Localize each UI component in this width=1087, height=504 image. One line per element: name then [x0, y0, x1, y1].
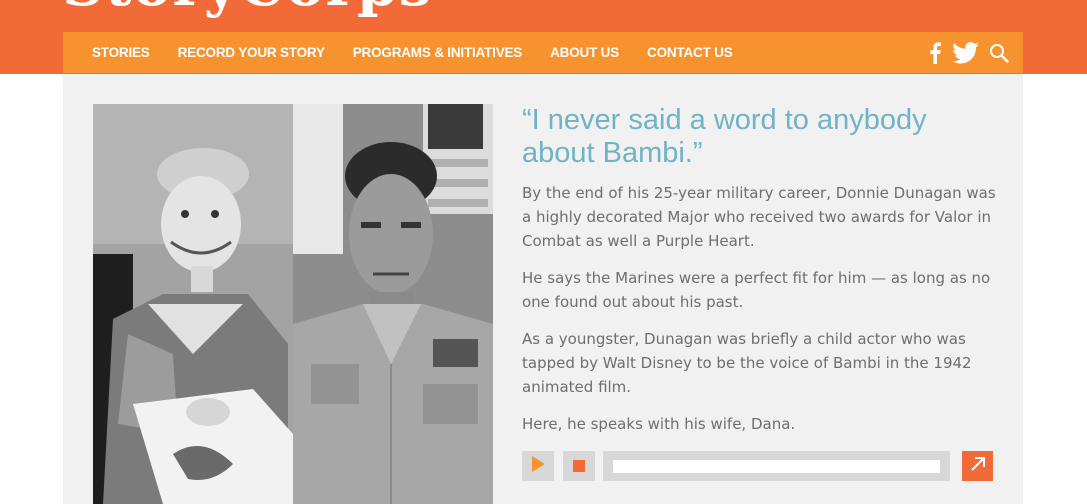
story-paragraph: Here, he speaks with his wife, Dana. [522, 415, 796, 433]
play-icon [531, 456, 545, 476]
story-paragraph: He says the Marines were a perfect fit f… [522, 269, 991, 311]
story-photo [93, 104, 493, 504]
stop-button[interactable] [563, 451, 595, 481]
main-nav: STORIES RECORD YOUR STORY PROGRAMS & INI… [63, 32, 1023, 73]
play-button[interactable] [522, 451, 554, 481]
site-logo[interactable]: StoryCorps [62, 0, 432, 14]
progress-bar[interactable] [603, 451, 950, 481]
open-story-button[interactable] [962, 451, 993, 481]
story-paragraph: As a youngster, Dunagan was briefly a ch… [522, 330, 972, 396]
twitter-icon[interactable] [952, 41, 979, 64]
story-feature: “I never said a word to anybody about Ba… [63, 74, 1023, 504]
nav-item-about-us[interactable]: ABOUT US [550, 45, 619, 60]
stop-icon [573, 457, 585, 476]
audio-player [522, 451, 994, 481]
story-paragraph: By the end of his 25-year military caree… [522, 184, 996, 250]
progress-track [613, 460, 940, 473]
nav-item-record-your-story[interactable]: RECORD YOUR STORY [178, 45, 325, 60]
facebook-icon[interactable] [928, 41, 942, 64]
nav-item-programs-initiatives[interactable]: PROGRAMS & INITIATIVES [353, 45, 523, 60]
nav-item-stories[interactable]: STORIES [92, 45, 150, 60]
social-icons [928, 41, 1009, 64]
nav-item-contact-us[interactable]: CONTACT US [647, 45, 733, 60]
story-quote: “I never said a word to anybody about Ba… [522, 104, 927, 169]
child-photo [93, 104, 293, 504]
external-link-icon [970, 456, 986, 476]
marine-photo [293, 104, 493, 504]
story-text: “I never said a word to anybody about Ba… [522, 104, 1002, 436]
search-icon[interactable] [989, 43, 1009, 63]
